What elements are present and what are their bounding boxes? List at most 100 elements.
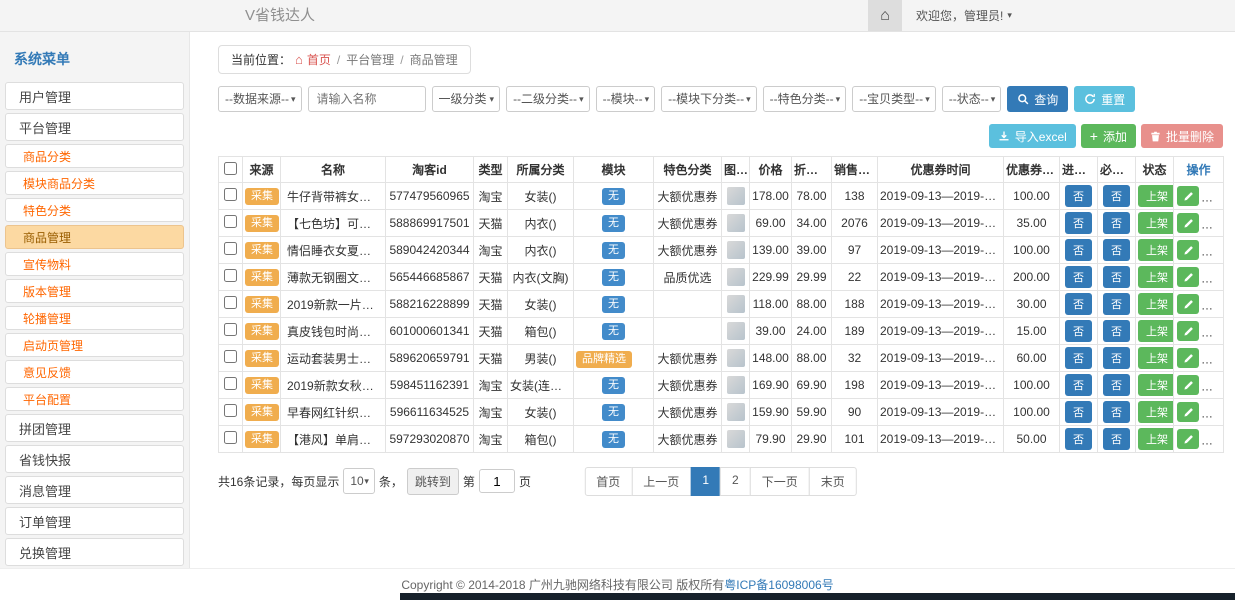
row-checkbox[interactable] xyxy=(224,296,237,309)
row-checkbox[interactable] xyxy=(224,404,237,417)
must-buy-toggle-button[interactable]: 否 xyxy=(1103,212,1130,234)
import-excel-button[interactable]: 导入excel xyxy=(989,124,1076,148)
home-button[interactable]: ⌂ xyxy=(868,0,902,31)
status-button[interactable]: 上架 xyxy=(1138,185,1174,207)
select-all-checkbox[interactable] xyxy=(224,162,237,175)
status-button[interactable]: 上架 xyxy=(1138,266,1174,288)
sidebar-item[interactable]: 商品分类 xyxy=(5,144,184,168)
sidebar-item[interactable]: 拼团管理 xyxy=(5,414,184,442)
imported-toggle-button[interactable]: 否 xyxy=(1065,320,1092,342)
sidebar-item[interactable]: 版本管理 xyxy=(5,279,184,303)
imported-toggle-button[interactable]: 否 xyxy=(1065,185,1092,207)
special-category-filter[interactable]: --特色分类-- xyxy=(764,87,836,111)
row-checkbox[interactable] xyxy=(224,215,237,228)
sidebar-item[interactable]: 特色分类 xyxy=(5,198,184,222)
page-button[interactable]: 1 xyxy=(690,467,721,496)
user-menu[interactable]: 欢迎您，管理员! ▾ xyxy=(902,0,1026,31)
sidebar-item[interactable]: 意见反馈 xyxy=(5,360,184,384)
icp-link[interactable]: 粤ICP备16098006号 xyxy=(724,576,833,593)
must-buy-toggle-button[interactable]: 否 xyxy=(1103,185,1130,207)
item-type-filter[interactable]: --宝贝类型-- xyxy=(853,87,925,111)
imported-toggle-button[interactable]: 否 xyxy=(1065,374,1092,396)
row-checkbox[interactable] xyxy=(224,431,237,444)
row-checkbox[interactable] xyxy=(224,242,237,255)
module-cell: 无 xyxy=(574,183,654,210)
status-button[interactable]: 上架 xyxy=(1138,374,1174,396)
sidebar: 系统菜单 用户管理平台管理商品分类模块商品分类特色分类商品管理宣传物料版本管理轮… xyxy=(0,32,190,568)
must-buy-toggle-button[interactable]: 否 xyxy=(1103,347,1130,369)
module-filter[interactable]: --模块-- xyxy=(597,87,645,111)
table-row: 采集早春网红针织开衫女春...596611634525淘宝女装()无大额优惠券1… xyxy=(219,399,1224,426)
must-buy-toggle-button[interactable]: 否 xyxy=(1103,293,1130,315)
sidebar-item[interactable]: 平台管理 xyxy=(5,113,184,141)
jump-page-input[interactable] xyxy=(479,469,515,493)
edit-button[interactable] xyxy=(1177,429,1199,449)
sidebar-item[interactable]: 订单管理 xyxy=(5,507,184,535)
edit-button[interactable] xyxy=(1177,186,1199,206)
module-subcategory-filter[interactable]: --模块下分类-- xyxy=(662,87,746,111)
breadcrumb-home-link[interactable]: 首页 xyxy=(307,51,331,68)
must-buy-toggle-button[interactable]: 否 xyxy=(1103,374,1130,396)
status-button[interactable]: 上架 xyxy=(1138,401,1174,423)
edit-button[interactable] xyxy=(1177,402,1199,422)
must-buy-toggle-button[interactable]: 否 xyxy=(1103,239,1130,261)
sidebar-item[interactable]: 轮播管理 xyxy=(5,306,184,330)
level1-category-filter[interactable]: 一级分类 xyxy=(433,87,490,111)
jump-button[interactable]: 跳转到 xyxy=(407,468,459,495)
sidebar-item[interactable]: 模块商品分类 xyxy=(5,171,184,195)
edit-button[interactable] xyxy=(1177,240,1199,260)
status-button[interactable]: 上架 xyxy=(1138,212,1174,234)
imported-toggle-button[interactable]: 否 xyxy=(1065,428,1092,450)
edit-button[interactable] xyxy=(1177,294,1199,314)
prev-page-button[interactable]: 上一页 xyxy=(631,467,691,496)
imported-toggle-button[interactable]: 否 xyxy=(1065,401,1092,423)
edit-button[interactable] xyxy=(1177,213,1199,233)
sidebar-item-active[interactable]: 商品管理 xyxy=(5,225,184,249)
coupon-time-cell: 2019-09-13—2019-09-18 xyxy=(878,426,1004,453)
sidebar-item[interactable]: 用户管理 xyxy=(5,82,184,110)
row-checkbox[interactable] xyxy=(224,188,237,201)
edit-button[interactable] xyxy=(1177,348,1199,368)
status-button[interactable]: 上架 xyxy=(1138,347,1174,369)
next-page-button[interactable]: 下一页 xyxy=(750,467,810,496)
imported-toggle-button[interactable]: 否 xyxy=(1065,239,1092,261)
sidebar-item[interactable]: 宣传物料 xyxy=(5,252,184,276)
per-page-select[interactable]: 10 xyxy=(344,469,364,493)
sidebar-item[interactable]: 兑换管理 xyxy=(5,538,184,566)
level2-category-filter[interactable]: --二级分类-- xyxy=(507,87,579,111)
imported-toggle-button[interactable]: 否 xyxy=(1065,347,1092,369)
add-button[interactable]: + 添加 xyxy=(1081,124,1136,148)
sidebar-item[interactable]: 消息管理 xyxy=(5,476,184,504)
last-page-button[interactable]: 末页 xyxy=(809,467,857,496)
reset-button[interactable]: 重置 xyxy=(1074,86,1135,112)
name-search-input[interactable] xyxy=(308,86,426,112)
imported-toggle-button[interactable]: 否 xyxy=(1065,266,1092,288)
coupon-amount-cell: 50.00 xyxy=(1004,426,1060,453)
must-buy-toggle-button[interactable]: 否 xyxy=(1103,428,1130,450)
must-buy-toggle-button[interactable]: 否 xyxy=(1103,266,1130,288)
batch-delete-button[interactable]: 批量删除 xyxy=(1141,124,1223,148)
data-source-filter[interactable]: --数据来源-- xyxy=(219,87,291,111)
row-checkbox[interactable] xyxy=(224,269,237,282)
status-button[interactable]: 上架 xyxy=(1138,293,1174,315)
imported-toggle-button[interactable]: 否 xyxy=(1065,293,1092,315)
row-checkbox[interactable] xyxy=(224,350,237,363)
imported-toggle-button[interactable]: 否 xyxy=(1065,212,1092,234)
edit-button[interactable] xyxy=(1177,375,1199,395)
sidebar-item[interactable]: 平台配置 xyxy=(5,387,184,411)
first-page-button[interactable]: 首页 xyxy=(584,467,632,496)
row-checkbox[interactable] xyxy=(224,377,237,390)
edit-button[interactable] xyxy=(1177,321,1199,341)
row-checkbox[interactable] xyxy=(224,323,237,336)
must-buy-toggle-button[interactable]: 否 xyxy=(1103,320,1130,342)
must-buy-toggle-button[interactable]: 否 xyxy=(1103,401,1130,423)
page-button[interactable]: 2 xyxy=(720,467,751,496)
edit-button[interactable] xyxy=(1177,267,1199,287)
status-filter[interactable]: --状态-- xyxy=(943,87,991,111)
sidebar-item[interactable]: 启动页管理 xyxy=(5,333,184,357)
search-button[interactable]: 查询 xyxy=(1007,86,1068,112)
sidebar-item[interactable]: 省钱快报 xyxy=(5,445,184,473)
status-button[interactable]: 上架 xyxy=(1138,239,1174,261)
status-button[interactable]: 上架 xyxy=(1138,428,1174,450)
status-button[interactable]: 上架 xyxy=(1138,320,1174,342)
